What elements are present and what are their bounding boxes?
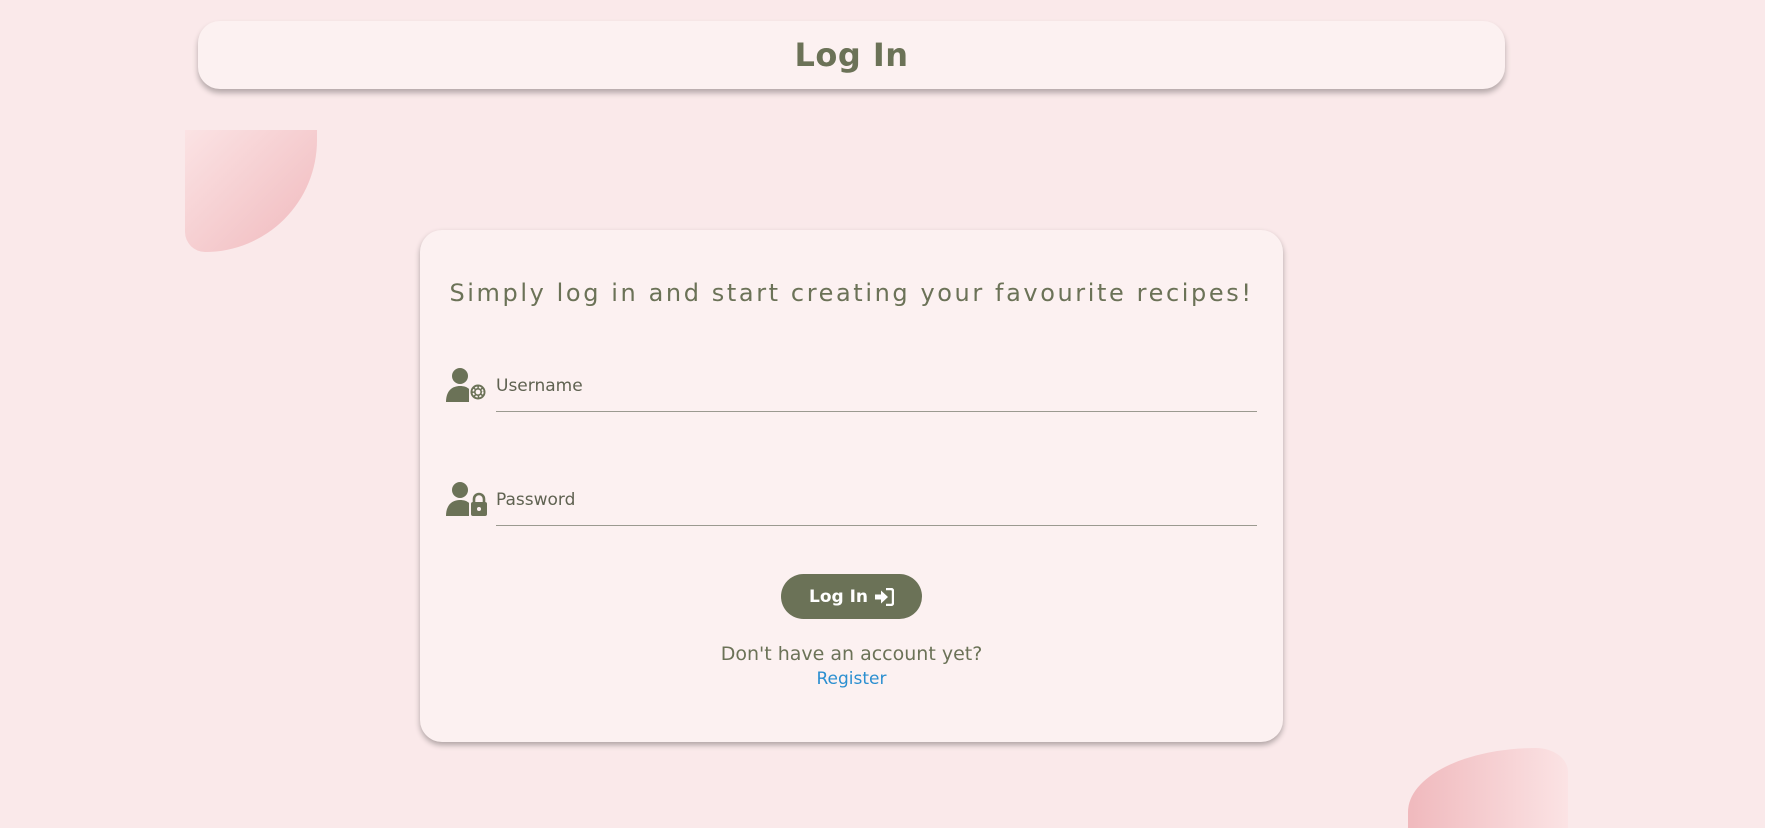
register-prompt: Don't have an account yet? <box>720 643 983 665</box>
login-button[interactable]: Log In <box>781 574 922 619</box>
user-lock-icon <box>446 482 487 516</box>
password-label: Password <box>496 490 576 510</box>
page-title: Log In <box>794 36 909 74</box>
decorative-shape-bottom <box>1408 748 1568 828</box>
password-input[interactable] <box>496 525 1257 526</box>
card-tagline: Simply log in and start creating your fa… <box>449 279 1254 307</box>
register-link-row: Register <box>420 669 1283 689</box>
register-link[interactable]: Register <box>817 669 887 689</box>
user-gear-icon <box>446 368 486 402</box>
login-button-label: Log In <box>808 586 869 607</box>
sign-in-icon <box>875 587 895 606</box>
page-header: Log In <box>198 21 1505 89</box>
decorative-shape-top <box>185 130 317 252</box>
username-input[interactable] <box>496 411 1257 412</box>
username-label: Username <box>496 376 583 396</box>
